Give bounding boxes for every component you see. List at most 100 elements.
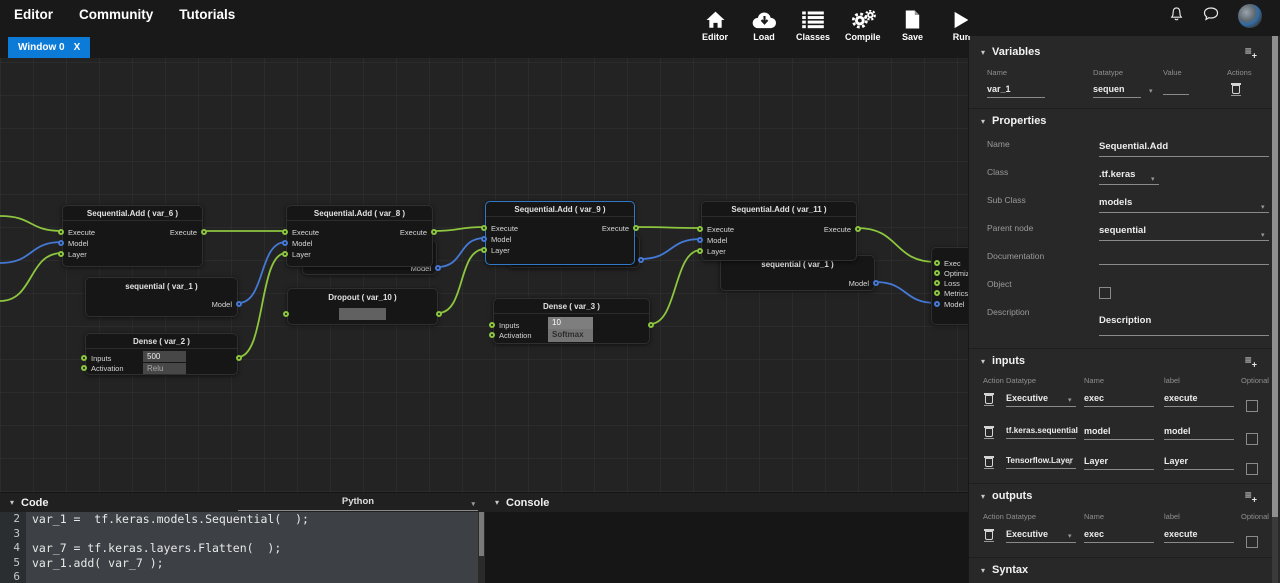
- port-circle[interactable]: [489, 322, 495, 328]
- collapse-triangle-icon[interactable]: ▾: [981, 566, 985, 575]
- port-execute-in[interactable]: Execute: [58, 227, 95, 237]
- dense-units-field[interactable]: 500: [143, 351, 186, 362]
- port-circle[interactable]: [697, 226, 703, 232]
- port-circle[interactable]: [58, 229, 64, 235]
- delete-input-trash-icon[interactable]: [984, 425, 994, 439]
- toolbar-classes-button[interactable]: Compile Classes: [796, 8, 830, 42]
- notifications-bell-icon[interactable]: [1169, 6, 1184, 27]
- port-activation-in[interactable]: Activation: [489, 330, 532, 340]
- property-parent-node-select[interactable]: sequential: [1099, 225, 1269, 241]
- port-layer-out[interactable]: [236, 353, 242, 363]
- port-model-in[interactable]: Model: [934, 299, 964, 309]
- toolbar-save-button[interactable]: Save: [896, 8, 930, 42]
- menu-editor[interactable]: Editor: [14, 7, 53, 22]
- port-in[interactable]: [283, 309, 289, 319]
- port-circle[interactable]: [481, 247, 487, 253]
- port-loss-in[interactable]: Loss: [934, 278, 960, 288]
- line-text[interactable]: var_1.add( var_7 );: [26, 556, 485, 571]
- input-name-input[interactable]: exec: [1084, 393, 1154, 407]
- variable-name-input[interactable]: var_1: [987, 84, 1045, 98]
- port-circle[interactable]: [934, 301, 940, 307]
- port-circle[interactable]: [481, 236, 487, 242]
- node-clipped-right[interactable]: Exec Optimiz Loss Metrics Model: [931, 247, 968, 325]
- toolbar-load-button[interactable]: Load: [747, 8, 781, 42]
- input-optional-checkbox[interactable]: [1246, 433, 1258, 445]
- port-layer-in[interactable]: Layer: [697, 246, 726, 256]
- dense-activation-field[interactable]: Softmax: [548, 329, 593, 342]
- code-line[interactable]: 5 var_1.add( var_7 );: [0, 556, 485, 571]
- port-circle[interactable]: [873, 280, 879, 286]
- property-documentation-input[interactable]: [1099, 253, 1269, 265]
- chevron-down-icon[interactable]: ▾: [1261, 203, 1265, 211]
- delete-variable-trash-icon[interactable]: [1231, 82, 1241, 96]
- node-sequential-add-var9[interactable]: Sequential.Add ( var_9 ) Execute Model L…: [485, 201, 635, 265]
- dense-activation-field[interactable]: Relu: [143, 363, 186, 374]
- port-inputs-in[interactable]: Inputs: [81, 353, 111, 363]
- add-variable-button[interactable]: ≡+: [1245, 45, 1257, 61]
- right-panel-scrollbar[interactable]: [1272, 36, 1278, 583]
- node-sequential-add-var11[interactable]: Sequential.Add ( var_11 ) Execute Model …: [701, 201, 857, 261]
- port-circle[interactable]: [283, 311, 289, 317]
- input-label-input[interactable]: model: [1164, 426, 1234, 440]
- port-exec-in[interactable]: Exec: [934, 258, 961, 268]
- port-circle[interactable]: [855, 226, 861, 232]
- collapse-triangle-icon[interactable]: ▾: [981, 357, 985, 366]
- output-name-input[interactable]: exec: [1084, 529, 1154, 543]
- object-checkbox[interactable]: [1099, 287, 1111, 299]
- code-line[interactable]: 3: [0, 527, 485, 542]
- port-execute-in[interactable]: Execute: [282, 227, 319, 237]
- port-circle[interactable]: [934, 290, 940, 296]
- property-class-select[interactable]: .tf.keras: [1099, 169, 1159, 185]
- output-optional-checkbox[interactable]: [1246, 536, 1258, 548]
- chevron-down-icon[interactable]: ▾: [1068, 459, 1072, 467]
- port-circle[interactable]: [435, 265, 441, 271]
- port-circle[interactable]: [633, 225, 639, 231]
- menu-community[interactable]: Community: [79, 7, 153, 22]
- port-execute-in[interactable]: Execute: [697, 224, 734, 234]
- console-panel-header[interactable]: ▾ Console: [485, 492, 968, 512]
- toolbar-compile-button[interactable]: Compile: [845, 8, 881, 42]
- dropout-rate-field[interactable]: [339, 308, 386, 320]
- port-execute-out[interactable]: Execute: [170, 227, 207, 237]
- input-name-input[interactable]: model: [1084, 426, 1154, 440]
- delete-input-trash-icon[interactable]: [984, 392, 994, 406]
- port-layer-in[interactable]: Layer: [58, 249, 87, 259]
- input-optional-checkbox[interactable]: [1246, 400, 1258, 412]
- port-circle[interactable]: [934, 280, 940, 286]
- port-layer-in[interactable]: Layer: [481, 245, 510, 255]
- collapse-triangle-icon[interactable]: ▾: [981, 48, 985, 57]
- dense-units-field[interactable]: 10: [548, 317, 593, 329]
- input-datatype-select[interactable]: Tensorflow.Layer: [1006, 456, 1076, 469]
- line-text[interactable]: [26, 570, 485, 583]
- collapse-triangle-icon[interactable]: ▾: [981, 117, 985, 126]
- line-text[interactable]: var_7 = tf.keras.layers.Flatten( );: [26, 541, 485, 556]
- port-layer-in[interactable]: Layer: [282, 249, 311, 259]
- port-circle[interactable]: [934, 260, 940, 266]
- port-circle[interactable]: [481, 225, 487, 231]
- right-panel-scrollbar-thumb[interactable]: [1272, 36, 1278, 517]
- port-execute-out[interactable]: Execute: [824, 224, 861, 234]
- line-text[interactable]: [26, 527, 485, 542]
- node-dense-var2[interactable]: Dense ( var_2 ) Inputs Activation 500 Re…: [85, 333, 238, 375]
- variable-value-input[interactable]: [1163, 84, 1189, 95]
- port-execute-in[interactable]: Execute: [481, 223, 518, 233]
- port-circle[interactable]: [934, 270, 940, 276]
- input-label-input[interactable]: Layer: [1164, 456, 1234, 470]
- port-circle[interactable]: [58, 240, 64, 246]
- port-circle[interactable]: [697, 237, 703, 243]
- node-sequential-add-var6[interactable]: Sequential.Add ( var_6 ) Execute Model L…: [62, 205, 203, 267]
- port-circle[interactable]: [282, 251, 288, 257]
- port-layer-out[interactable]: [648, 320, 654, 330]
- chevron-down-icon[interactable]: ▾: [1261, 231, 1265, 239]
- port-circle[interactable]: [58, 251, 64, 257]
- collapse-triangle-icon[interactable]: ▾: [981, 492, 985, 501]
- node-dense-var3[interactable]: Dense ( var_3 ) Inputs Activation 10 Sof…: [493, 298, 650, 344]
- code-editor[interactable]: 2 var_1 = tf.keras.models.Sequential( );…: [0, 512, 485, 583]
- delete-input-trash-icon[interactable]: [984, 455, 994, 469]
- code-scrollbar[interactable]: [478, 512, 485, 583]
- port-circle[interactable]: [697, 248, 703, 254]
- menu-tutorials[interactable]: Tutorials: [179, 7, 235, 22]
- variable-datatype-select[interactable]: sequen: [1093, 84, 1141, 98]
- port-optimizer-in[interactable]: Optimiz: [934, 268, 968, 278]
- chevron-down-icon[interactable]: ▾: [1068, 532, 1072, 540]
